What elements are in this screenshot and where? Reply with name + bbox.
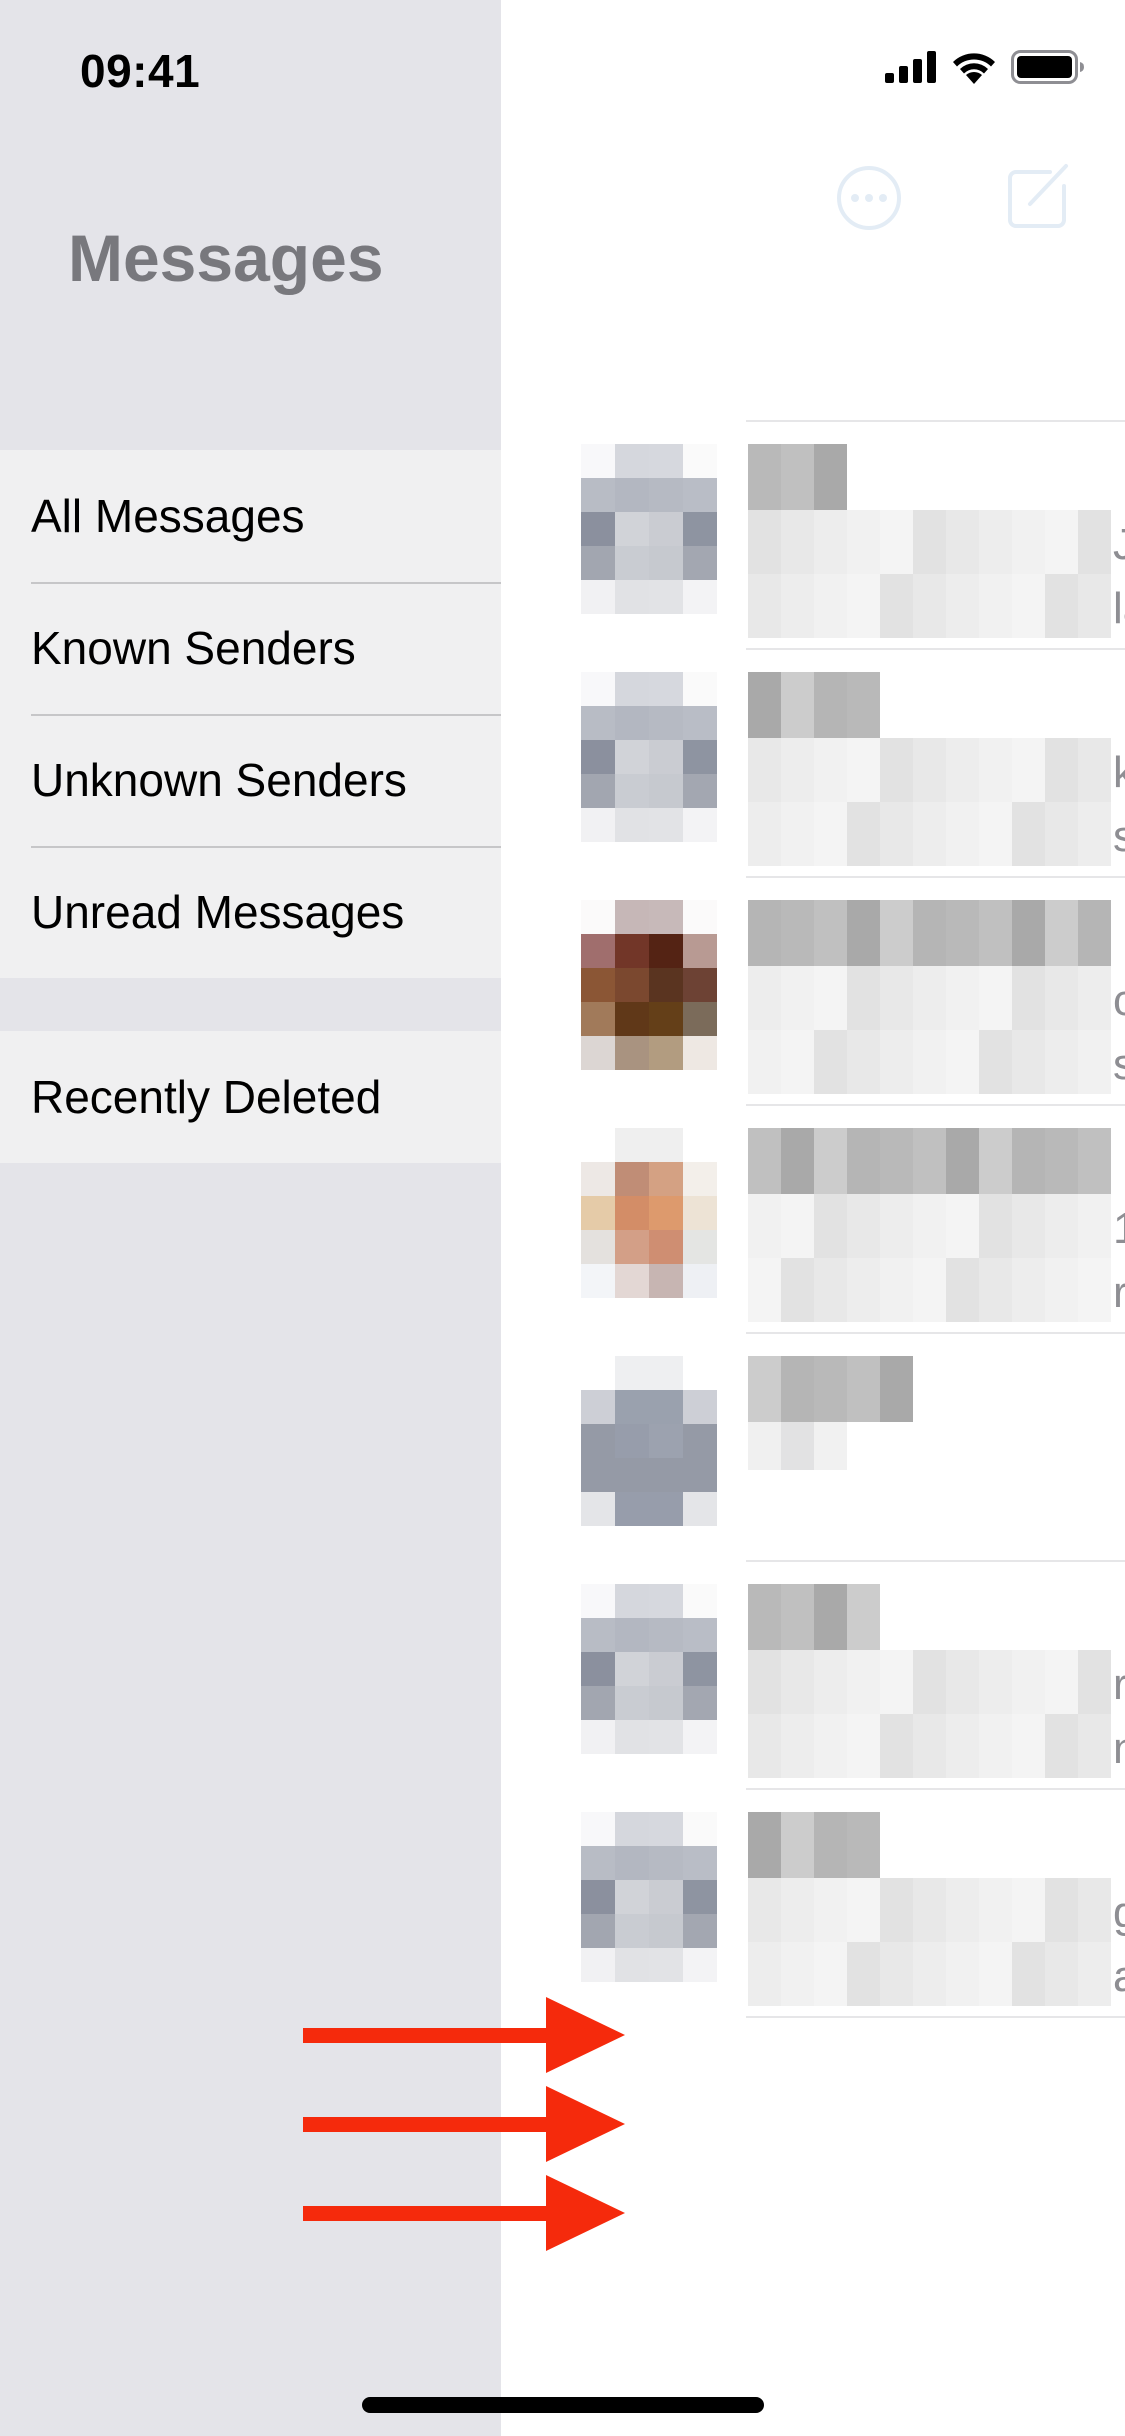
row-separator — [746, 876, 1125, 878]
status-icons — [885, 50, 1085, 84]
filter-recently-deleted[interactable]: Recently Deleted — [0, 1031, 501, 1163]
avatar — [581, 900, 717, 1070]
sidebar-title: Messages — [68, 221, 384, 295]
truncated-text: la — [1113, 584, 1125, 633]
filter-unknown-senders[interactable]: Unknown Senders — [0, 714, 501, 846]
truncated-text: s — [1113, 812, 1125, 861]
conversation-row[interactable] — [501, 1332, 1125, 1560]
filter-group-deleted: Recently Deleted — [0, 1031, 501, 1163]
message-preview-obscured — [748, 1258, 1111, 1322]
red-arrow-icon — [303, 2086, 625, 2162]
message-preview-obscured — [748, 802, 1111, 866]
filter-group: All Messages Known Senders Unknown Sende… — [0, 450, 501, 978]
message-preview-obscured — [748, 574, 1111, 638]
conversation-row[interactable]: ga — [501, 1788, 1125, 2016]
message-preview-obscured — [748, 1194, 1111, 1258]
avatar — [581, 672, 717, 842]
truncated-text: k — [1113, 748, 1125, 797]
row-separator — [746, 648, 1125, 650]
avatar — [581, 1812, 717, 1982]
cellular-signal-icon — [885, 51, 936, 83]
status-time: 09:41 — [80, 45, 201, 97]
message-preview-obscured — [748, 1714, 1111, 1778]
row-separator — [746, 1560, 1125, 1562]
message-preview-obscured — [748, 510, 1111, 574]
avatar — [581, 1356, 717, 1526]
sender-name-obscured — [748, 1356, 913, 1422]
conversation-row[interactable]: rn — [501, 1560, 1125, 1788]
row-separator — [746, 1332, 1125, 1334]
message-preview-obscured — [748, 738, 1111, 802]
row-separator — [746, 1104, 1125, 1106]
avatar — [581, 444, 717, 614]
truncated-text: g — [1113, 1888, 1125, 1938]
filter-label: Unread Messages — [31, 886, 405, 938]
red-arrow-icon — [303, 2175, 625, 2251]
message-preview-obscured — [748, 1650, 1111, 1714]
message-preview-obscured — [748, 1030, 1111, 1094]
ellipsis-circle-icon[interactable] — [835, 164, 903, 232]
home-indicator[interactable] — [362, 2397, 764, 2413]
sender-name-obscured — [748, 672, 880, 738]
filter-label: Known Senders — [31, 622, 356, 674]
message-preview-obscured — [748, 1422, 847, 1470]
sender-name-obscured — [748, 1584, 880, 1650]
avatar — [581, 1128, 717, 1298]
filter-label: Recently Deleted — [31, 1071, 382, 1123]
filter-label: Unknown Senders — [31, 754, 407, 806]
truncated-text: a — [1113, 1952, 1125, 2002]
sender-name-obscured — [748, 444, 847, 510]
battery-full-icon — [1011, 50, 1084, 84]
conversation-row[interactable]: 1r — [501, 1104, 1125, 1332]
truncated-text: J — [1113, 520, 1125, 569]
message-preview-obscured — [748, 1878, 1111, 1942]
conversation-row[interactable]: cs — [501, 876, 1125, 1104]
filter-label: All Messages — [31, 490, 305, 542]
message-preview-obscured — [748, 966, 1111, 1030]
filter-known-senders[interactable]: Known Senders — [0, 582, 501, 714]
filter-all-messages[interactable]: All Messages — [0, 450, 501, 582]
conversation-row[interactable]: Jla — [501, 420, 1125, 648]
sender-name-obscured — [748, 1812, 880, 1878]
truncated-text: s — [1113, 1040, 1125, 1089]
truncated-text: 1 — [1113, 1204, 1125, 1254]
wifi-icon — [953, 53, 995, 84]
filter-unread-messages[interactable]: Unread Messages — [0, 846, 501, 978]
truncated-text: n — [1113, 1724, 1125, 1774]
row-separator — [746, 2016, 1125, 2018]
row-separator — [746, 1788, 1125, 1790]
conversation-row[interactable]: ks — [501, 648, 1125, 876]
red-arrow-icon — [303, 1997, 625, 2073]
row-separator — [746, 420, 1125, 422]
sender-name-obscured — [748, 1128, 1111, 1194]
sender-name-obscured — [748, 900, 1111, 966]
avatar — [581, 1584, 717, 1754]
message-preview-obscured — [748, 1942, 1111, 2006]
compose-icon[interactable] — [1006, 160, 1072, 230]
truncated-text: c — [1113, 976, 1125, 1025]
truncated-text: r — [1113, 1660, 1125, 1709]
truncated-text: r — [1113, 1268, 1125, 1317]
